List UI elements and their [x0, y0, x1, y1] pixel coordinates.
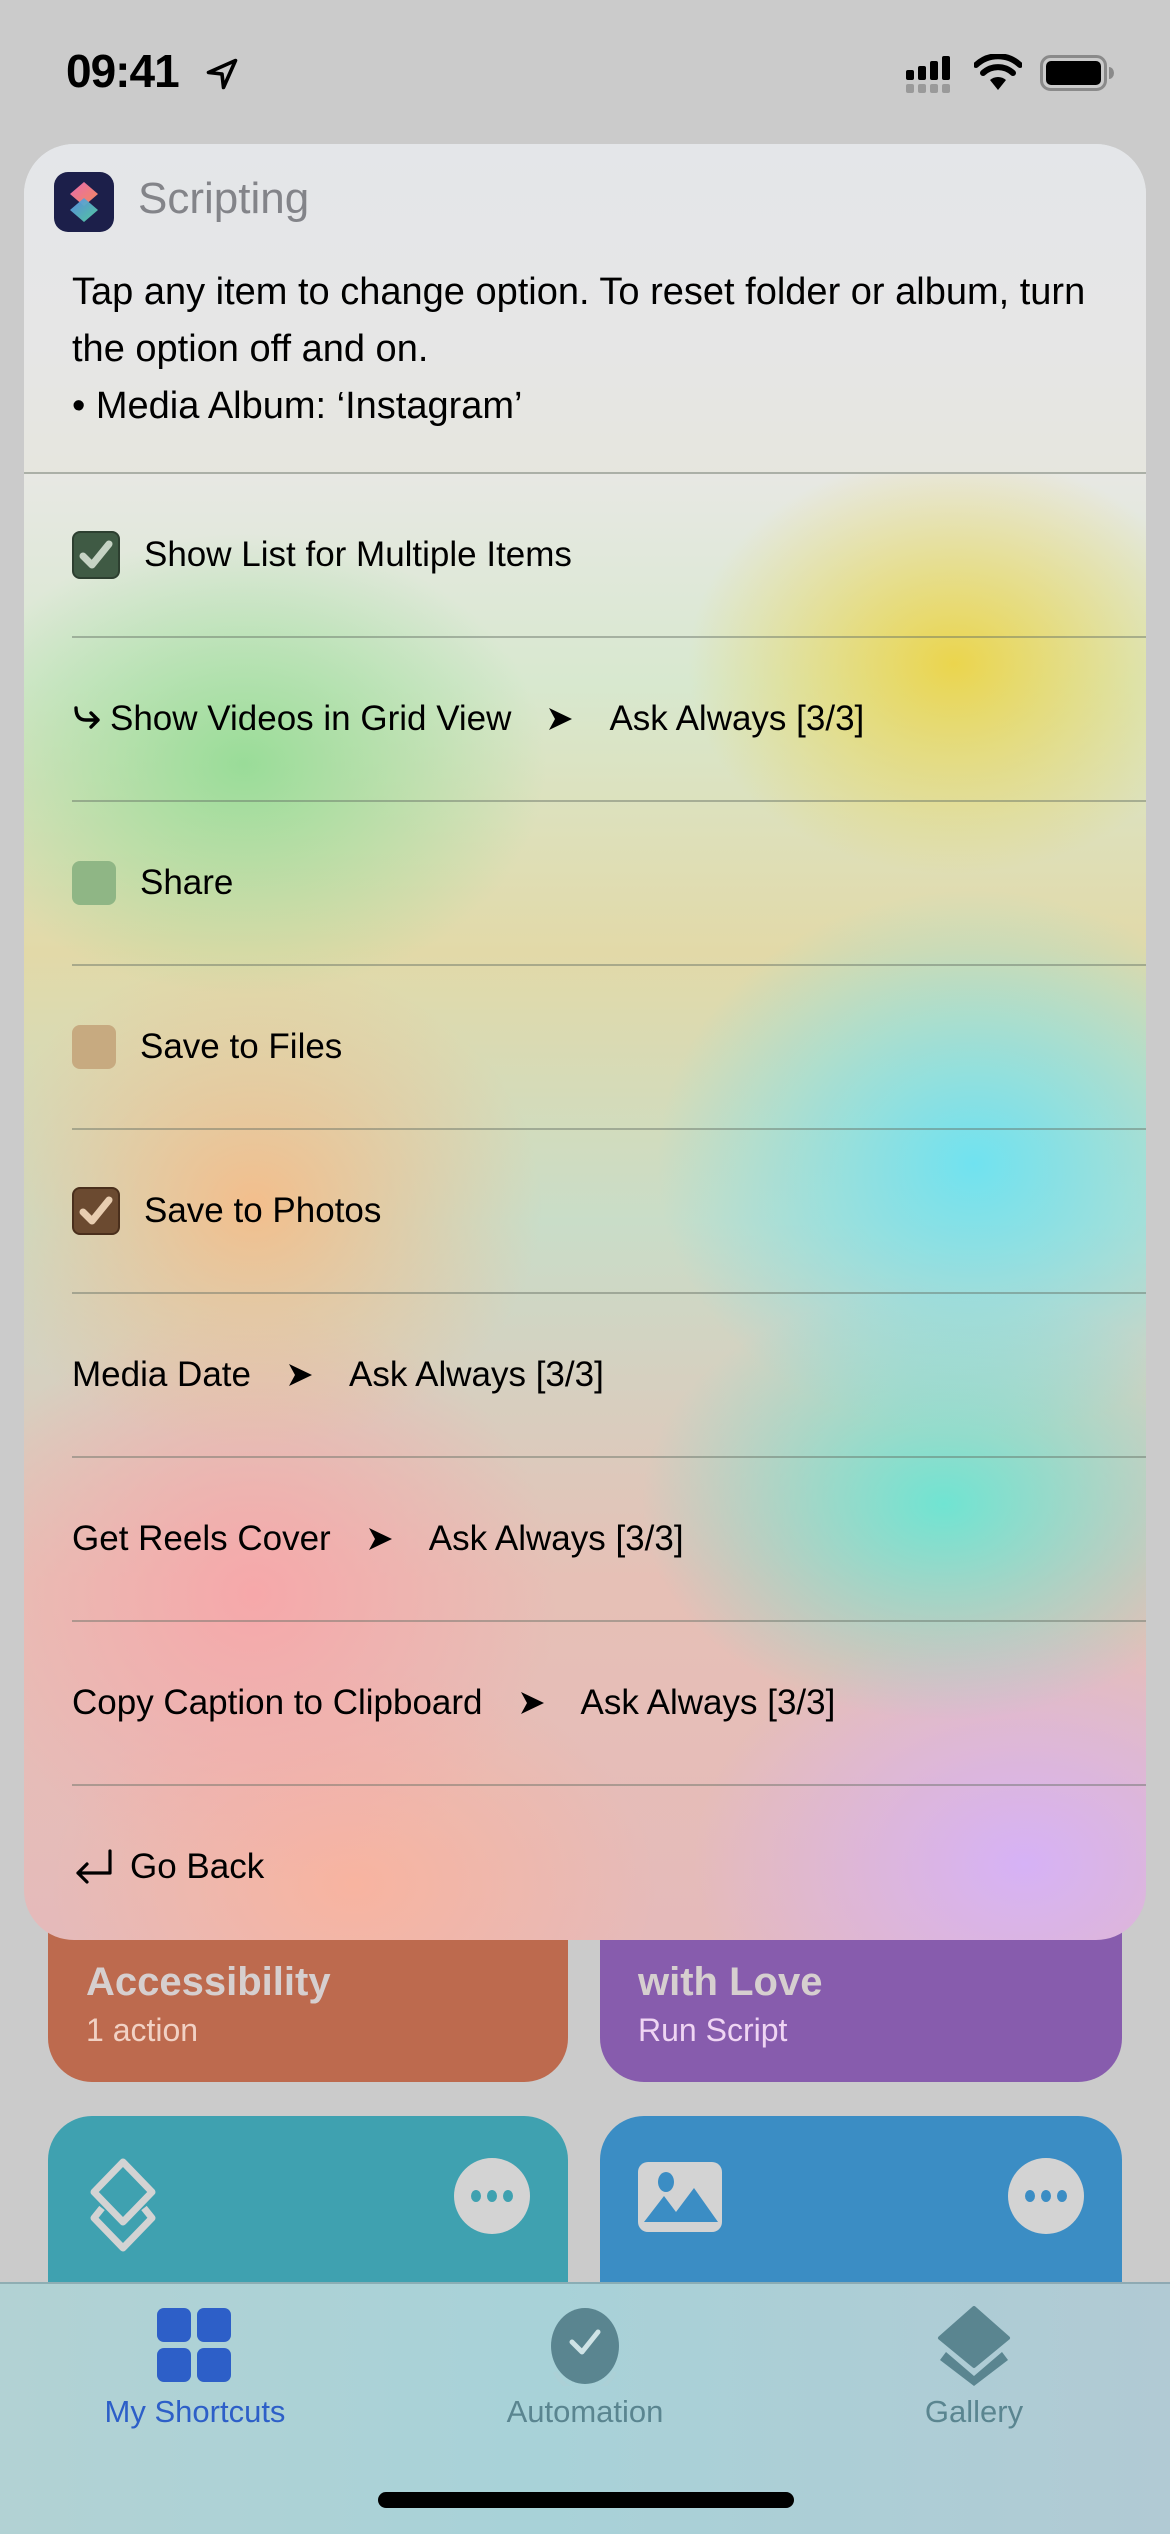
- option-show-videos-grid[interactable]: Show Videos in Grid View Ask Always [3/3…: [24, 638, 1146, 800]
- tab-gallery[interactable]: Gallery: [824, 2284, 1124, 2444]
- more-options-button[interactable]: [1008, 2158, 1084, 2234]
- tab-label: My Shortcuts: [104, 2394, 286, 2429]
- option-save-to-files[interactable]: Save to Files: [24, 966, 1146, 1128]
- tab-automation[interactable]: Automation: [435, 2284, 735, 2444]
- option-value: Ask Always [3/3]: [348, 1355, 604, 1394]
- tile-subtitle: 1 action: [86, 2012, 199, 2048]
- tile-subtitle: Run Script: [638, 2012, 788, 2048]
- message-text: Tap any item to change option. To reset …: [72, 271, 1086, 370]
- layers-icon: [938, 2306, 1010, 2386]
- status-bar: 09:41: [0, 0, 1170, 140]
- arrowhead-icon: [288, 1364, 312, 1386]
- status-time: 09:41: [66, 45, 180, 97]
- clock-check-icon: [551, 2308, 619, 2386]
- dialog-header: Scripting Tap any item to change option.…: [24, 144, 1146, 474]
- option-label: Share: [140, 863, 234, 902]
- arrowhead-icon: [549, 708, 573, 730]
- wifi-icon: [974, 54, 1022, 90]
- option-share[interactable]: Share: [24, 802, 1146, 964]
- arrowhead-icon: [368, 1528, 392, 1550]
- dialog-message: Tap any item to change option. To reset …: [72, 264, 1112, 435]
- dot-icon: [471, 2190, 481, 2202]
- dot-icon: [1057, 2190, 1067, 2202]
- location-arrow-icon: [206, 58, 238, 90]
- more-options-button[interactable]: [454, 2158, 530, 2234]
- dialog-app-name: Scripting: [138, 174, 310, 223]
- checkbox-checked[interactable]: [72, 531, 120, 579]
- cellular-signal-icon: [906, 56, 950, 93]
- home-indicator[interactable]: [378, 2492, 794, 2508]
- option-get-reels-cover[interactable]: Get Reels Cover Ask Always [3/3]: [24, 1458, 1146, 1620]
- option-save-to-photos[interactable]: Save to Photos: [24, 1130, 1146, 1292]
- tile-title: Accessibility: [86, 1960, 331, 2004]
- dot-icon: [487, 2190, 497, 2202]
- option-label: Get Reels Cover: [72, 1519, 331, 1558]
- option-label: Media Date: [72, 1355, 251, 1394]
- option-label: Show List for Multiple Items: [144, 535, 572, 574]
- option-label: Save to Files: [140, 1027, 343, 1066]
- return-arrow-icon: [76, 1849, 112, 1884]
- tile-title: with Love: [638, 1960, 823, 2004]
- option-label: Save to Photos: [144, 1191, 382, 1230]
- option-label: Show Videos in Grid View: [110, 699, 512, 738]
- dot-icon: [1041, 2190, 1051, 2202]
- checkbox-unchecked[interactable]: [72, 861, 116, 905]
- option-show-list[interactable]: Show List for Multiple Items: [24, 474, 1146, 636]
- checkbox-checked[interactable]: [72, 1187, 120, 1235]
- tab-label: Automation: [506, 2394, 664, 2429]
- dot-icon: [1025, 2190, 1035, 2202]
- checkbox-unchecked[interactable]: [72, 1025, 116, 1069]
- sub-item-arrow-icon: [74, 706, 100, 729]
- scripting-app-icon: [54, 172, 114, 232]
- option-media-date[interactable]: Media Date Ask Always [3/3]: [24, 1294, 1146, 1456]
- go-back-button[interactable]: Go Back: [24, 1786, 1146, 1940]
- option-value: Ask Always [3/3]: [580, 1683, 836, 1722]
- battery-icon: [1040, 55, 1114, 91]
- tab-my-shortcuts[interactable]: My Shortcuts: [45, 2284, 345, 2444]
- option-label: Copy Caption to Clipboard: [72, 1683, 483, 1722]
- grid-icon: [157, 2308, 231, 2382]
- option-copy-caption[interactable]: Copy Caption to Clipboard Ask Always [3/…: [24, 1622, 1146, 1784]
- arrowhead-icon: [520, 1692, 544, 1714]
- layers-icon: [90, 2158, 156, 2252]
- dot-icon: [503, 2190, 513, 2202]
- message-album: • Media Album: ‘Instagram’: [72, 385, 523, 427]
- options-dialog: Scripting Tap any item to change option.…: [24, 144, 1146, 1940]
- photo-icon: [638, 2162, 722, 2232]
- tab-label: Gallery: [924, 2394, 1024, 2429]
- go-back-label: Go Back: [130, 1847, 265, 1886]
- option-value: Ask Always [3/3]: [428, 1519, 684, 1558]
- option-value: Ask Always [3/3]: [609, 699, 865, 738]
